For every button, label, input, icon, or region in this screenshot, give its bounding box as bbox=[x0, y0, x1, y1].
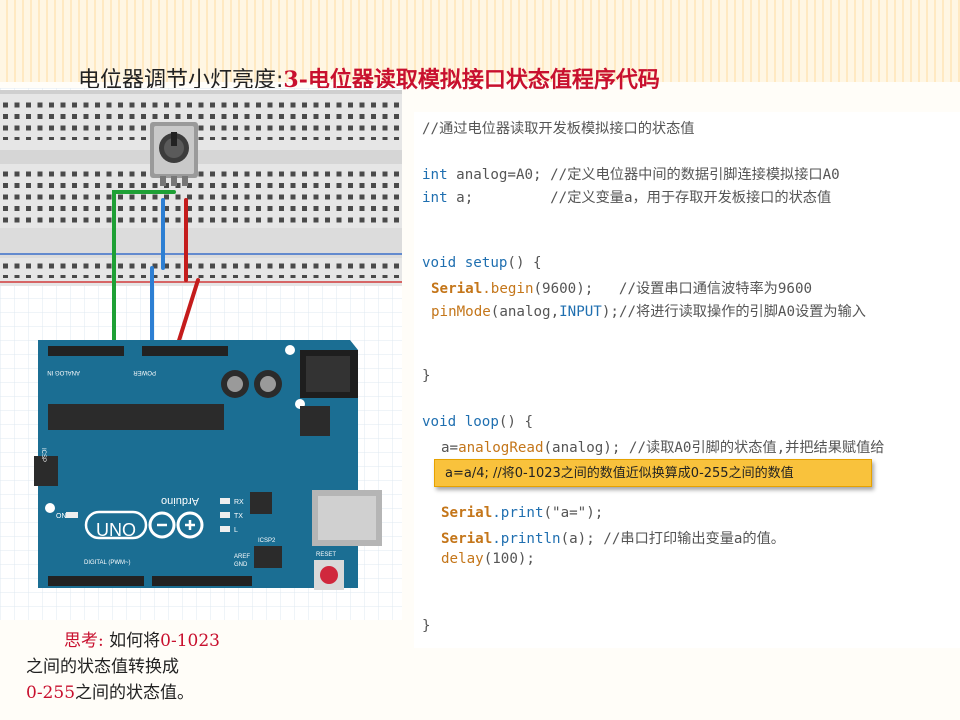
think-line-1: 思考: 如何将0-1023 bbox=[64, 631, 220, 651]
breadboard bbox=[0, 90, 402, 286]
circuit-svg: UNO Arduino ANALOG IN POWER DIGITAL (PWM… bbox=[0, 88, 402, 620]
gnd-label: GND bbox=[234, 562, 248, 568]
code-line-a-decl: int a; //定义变量a，用于存取开发板接口的状态值 bbox=[422, 190, 832, 206]
circuit-illustration: UNO Arduino ANALOG IN POWER DIGITAL (PWM… bbox=[0, 88, 402, 620]
on-label: ON bbox=[56, 513, 67, 520]
icsp-label: ICSP bbox=[40, 448, 46, 462]
uno-label: UNO bbox=[96, 520, 136, 540]
code-line-analog-decl: int analog=A0; //定义电位器中间的数据引脚连接模拟接口A0 bbox=[422, 167, 840, 183]
code-line-serial-print: Serial.print("a="); bbox=[441, 505, 604, 521]
reset-label: RESET bbox=[316, 552, 336, 558]
code-line-delay: delay(100); bbox=[441, 551, 535, 567]
analog-in-label: ANALOG IN bbox=[47, 369, 80, 375]
code-line-pinmode: pinMode(analog,INPUT);//将进行读取操作的引脚A0设置为输… bbox=[431, 304, 866, 320]
power-label: POWER bbox=[133, 369, 156, 375]
tx-label: TX bbox=[234, 513, 243, 520]
code-line-analogread: a=analogRead(analog); //读取A0引脚的状态值,并把结果赋… bbox=[441, 440, 885, 456]
digital-label: DIGITAL (PWM~) bbox=[84, 560, 131, 566]
icsp2-label: ICSP2 bbox=[258, 538, 276, 544]
arduino-brand-label: Arduino bbox=[161, 495, 199, 507]
think-line-2: 之间的状态值转换成 bbox=[26, 657, 179, 677]
code-line-setup-close: } bbox=[422, 368, 431, 384]
code-panel: //通过电位器读取开发板模拟接口的状态值 int analog=A0; //定义… bbox=[414, 112, 960, 648]
code-line-comment: //通过电位器读取开发板模拟接口的状态值 bbox=[422, 121, 695, 137]
code-line-serial-begin: Serial.begin(9600); //设置串口通信波特率为9600 bbox=[431, 281, 813, 297]
aref-label: AREF bbox=[234, 554, 250, 560]
potentiometer bbox=[150, 122, 198, 186]
code-line-loop: void loop() { bbox=[422, 414, 534, 430]
l-label: L bbox=[234, 527, 238, 534]
callout-note: a=a/4; //将0-1023之间的数值近似换算成0-255之间的数值 bbox=[434, 459, 872, 487]
rx-label: RX bbox=[234, 499, 244, 506]
think-line-3: 0-255之间的状态值。 bbox=[26, 683, 195, 703]
code-line-loop-close: } bbox=[422, 618, 431, 634]
arduino-board: UNO Arduino ANALOG IN POWER DIGITAL (PWM… bbox=[34, 340, 382, 590]
code-line-setup: void setup() { bbox=[422, 255, 542, 271]
code-line-serial-println: Serial.println(a); //串口打印输出变量a的值。 bbox=[441, 531, 785, 547]
